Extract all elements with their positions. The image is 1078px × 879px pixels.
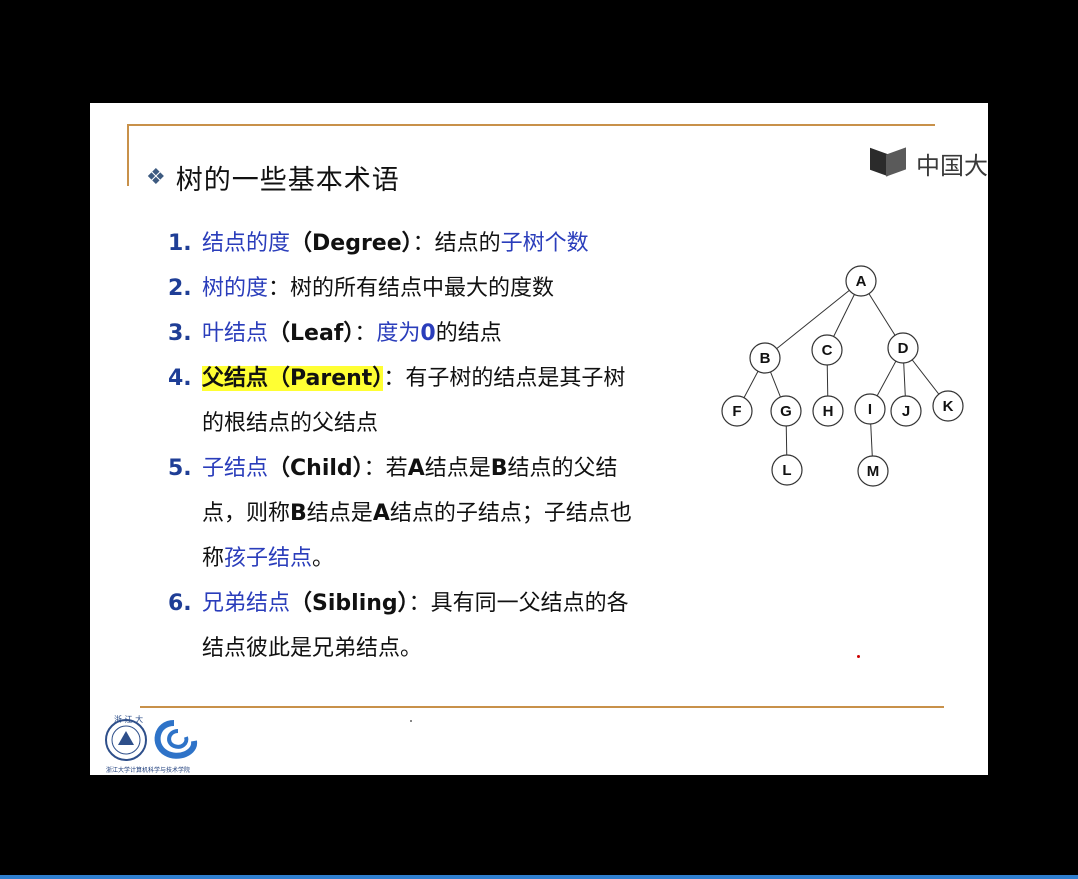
tree-node-A: A — [845, 265, 877, 297]
tree-node-H: H — [812, 395, 844, 427]
mooc-logo: 中国大 — [870, 145, 988, 181]
tree-diagram: A B C D F G H I J K L M — [721, 265, 964, 487]
bottom-progress-bar — [0, 875, 1078, 879]
mooc-logo-text: 中国大 — [916, 151, 988, 180]
top-rule — [127, 124, 935, 126]
tree-node-F: F — [721, 395, 753, 427]
svg-text:J: J — [902, 403, 910, 420]
list-item: 2. 树的度：树的所有结点中最大的度数 — [168, 276, 555, 301]
list-item-continued: 的根结点的父结点 — [202, 411, 379, 436]
university-emblem-icon: 浙 江 大 — [105, 714, 198, 761]
term: 结点的度 — [202, 231, 291, 256]
list-item-continued: 结点彼此是兄弟结点。 — [202, 636, 423, 661]
heading-text: 树的一些基本术语 — [175, 164, 400, 196]
slide: ❖ 树的一些基本术语 中国大 1. 结点的度（Degree）：结点的子树个数 2.… — [90, 103, 988, 775]
list-item-continued: 称孩子结点。 — [202, 546, 335, 571]
svg-text:L: L — [782, 462, 791, 479]
footer-logos: 浙 江 大 浙江大学计算机科学与技术学院 — [104, 714, 304, 775]
gray-dot — [410, 720, 412, 722]
list-item: 3. 叶结点（Leaf）：度为0的结点 — [168, 321, 502, 346]
term-list: 1. 结点的度（Degree）：结点的子树个数 2. 树的度：树的所有结点中最大的度… — [168, 221, 728, 671]
term-link: 子树个数 — [500, 231, 589, 256]
list-item-continued: 点，则称B结点是A结点的子结点；子结点也 — [202, 501, 632, 526]
svg-text:B: B — [760, 350, 771, 367]
tree-node-G: G — [770, 395, 802, 427]
term: 叶结点 — [202, 321, 269, 346]
tree-node-C: C — [811, 334, 843, 366]
list-item: 6. 兄弟结点（Sibling）：具有同一父结点的各 — [168, 591, 629, 616]
tree-node-D: D — [887, 332, 919, 364]
term: 树的度 — [202, 276, 269, 301]
slide-heading: ❖ 树的一些基本术语 — [146, 159, 400, 196]
term: 子结点 — [202, 456, 269, 481]
svg-text:G: G — [780, 403, 792, 420]
svg-text:浙 江 大: 浙 江 大 — [114, 715, 143, 724]
tree-node-K: K — [932, 390, 964, 422]
svg-text:A: A — [856, 273, 867, 290]
term-link: 孩子结点 — [224, 546, 313, 571]
highlighted-term: 父结点（Parent） — [202, 366, 384, 391]
tree-node-J: J — [890, 395, 922, 427]
bottom-rule — [140, 706, 944, 708]
term: 兄弟结点 — [202, 591, 291, 616]
svg-text:M: M — [867, 463, 880, 480]
svg-text:H: H — [823, 403, 834, 420]
tree-node-M: M — [857, 455, 889, 487]
svg-text:I: I — [868, 401, 872, 418]
mooc-book-icon — [870, 147, 910, 179]
svg-text:F: F — [732, 403, 741, 420]
diamond-bullet-icon: ❖ — [146, 164, 166, 190]
svg-text:K: K — [943, 398, 954, 415]
svg-text:C: C — [822, 342, 833, 359]
left-rule — [127, 124, 129, 186]
list-item: 5. 子结点（Child）：若A结点是B结点的父结 — [168, 456, 618, 481]
svg-text:D: D — [898, 340, 909, 357]
list-item: 1. 结点的度（Degree）：结点的子树个数 — [168, 231, 589, 256]
footer-caption: 浙江大学计算机科学与技术学院 — [106, 767, 191, 774]
red-dot — [857, 655, 860, 658]
tree-node-I: I — [854, 393, 886, 425]
tree-node-L: L — [771, 454, 803, 486]
tree-node-B: B — [749, 342, 781, 374]
list-item: 4. 父结点（Parent）：有子树的结点是其子树 — [168, 366, 626, 391]
